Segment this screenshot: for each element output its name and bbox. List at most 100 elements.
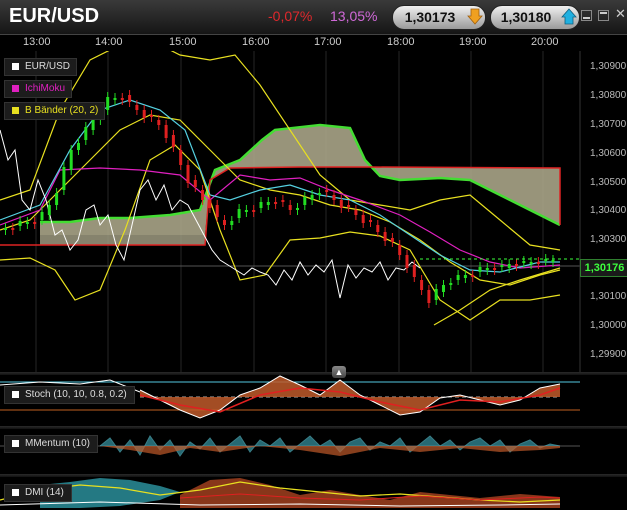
bid-button[interactable]: 1,30173: [392, 5, 486, 30]
candle-body: [201, 190, 205, 200]
legend-item-eurusd[interactable]: EUR/USD: [4, 58, 78, 76]
candle-body: [18, 221, 22, 226]
candle-body: [500, 265, 504, 267]
candle-body: [237, 209, 241, 218]
price-label: 1,30800: [590, 90, 627, 101]
change-percent: 13,05%: [330, 8, 378, 24]
candle-body: [77, 143, 80, 150]
ask-price: 1,30180: [500, 9, 552, 25]
candle-body: [412, 265, 416, 277]
candle-body: [266, 202, 270, 205]
candle-body: [536, 262, 540, 264]
candle-body: [471, 275, 475, 277]
maximize-icon[interactable]: [598, 10, 609, 21]
candle-body: [303, 197, 307, 205]
panel-separator[interactable]: [0, 372, 627, 375]
candle-body: [193, 180, 197, 187]
candle-body: [25, 222, 29, 224]
minimize-icon[interactable]: [581, 10, 592, 21]
candle-body: [507, 264, 511, 268]
panel-separator[interactable]: [0, 474, 627, 477]
dmi-label[interactable]: DMI (14): [4, 484, 72, 502]
legend-swatch: [12, 85, 19, 92]
legend-label: EUR/USD: [25, 61, 71, 72]
candle-body: [223, 220, 226, 225]
candle-body: [515, 264, 518, 266]
candle-body: [281, 200, 285, 202]
candle-body: [383, 232, 387, 241]
symbol-title: EUR/USD: [9, 5, 100, 27]
time-label: 20:00: [531, 36, 559, 48]
ask-button[interactable]: 1,30180: [490, 5, 580, 30]
chevron-up-icon[interactable]: ▲: [332, 366, 346, 378]
dmi-label-text: DMI (14): [25, 487, 64, 498]
candle-body: [252, 210, 256, 212]
candle-body: [478, 267, 482, 272]
candle-body: [405, 255, 409, 268]
legend-item-ichimoku[interactable]: IchiMoku: [4, 80, 73, 98]
candle-body: [310, 195, 314, 200]
close-icon[interactable]: ✕: [615, 6, 626, 22]
candle-body: [398, 245, 402, 255]
panel-swatch: [12, 440, 19, 447]
change-value: -0,07%: [268, 8, 313, 24]
price-label: 1,30700: [590, 119, 627, 130]
momentum-label[interactable]: MMentum (10): [4, 435, 99, 453]
candle-body: [179, 150, 183, 165]
price-label: 1,30500: [590, 177, 627, 188]
legend-item-bollinger[interactable]: B Bänder (20, 2): [4, 102, 106, 120]
candle-body: [449, 283, 453, 285]
legend-label: IchiMoku: [25, 83, 66, 94]
candle-body: [106, 97, 110, 110]
panel-swatch: [12, 391, 19, 398]
current-price-badge: 1,30176: [580, 259, 627, 277]
candle-body: [376, 225, 380, 232]
candle-body: [317, 193, 321, 195]
price-label: 1,30300: [590, 234, 627, 245]
candle-body: [369, 220, 372, 222]
candle-body: [11, 228, 15, 230]
price-label: 1,30100: [590, 291, 627, 302]
candle-body: [420, 280, 424, 290]
legend-swatch: [12, 63, 19, 70]
candle-body: [493, 268, 497, 270]
candle-body: [339, 200, 343, 208]
time-label: 16:00: [242, 36, 270, 48]
candle-body: [434, 289, 438, 300]
panel-swatch: [12, 489, 19, 496]
candle-body: [274, 202, 278, 204]
down-arrow-icon: [467, 8, 483, 25]
candle-body: [288, 205, 292, 210]
price-label: 1,30000: [590, 320, 627, 331]
candle-body: [47, 205, 51, 215]
candle-body: [33, 222, 37, 224]
candle-body: [244, 210, 248, 212]
candle-body: [442, 285, 445, 292]
candle-body: [208, 200, 212, 208]
price-label: 1,30400: [590, 205, 627, 216]
ichimoku-lines: [0, 99, 561, 273]
candle-body: [427, 290, 431, 303]
stoch-label-text: Stoch (10, 10, 0.8, 0.2): [25, 389, 127, 400]
panel-separator[interactable]: [0, 426, 627, 429]
candle-body: [150, 115, 153, 117]
dmi-panel: [0, 478, 561, 508]
candle-body: [157, 120, 161, 125]
time-label: 14:00: [95, 36, 123, 48]
candle-body: [551, 260, 555, 262]
candle-body: [120, 98, 124, 100]
stoch-label[interactable]: Stoch (10, 10, 0.8, 0.2): [4, 386, 135, 404]
candle-body: [347, 205, 351, 207]
candle-body: [361, 215, 365, 223]
price-label: 1,30600: [590, 148, 627, 159]
time-label: 13:00: [23, 36, 51, 48]
title-bar: EUR/USD -0,07% 13,05% 1,30173 1,30180 ✕: [0, 0, 627, 35]
candle-body: [164, 125, 168, 138]
candle-body: [485, 268, 489, 270]
candle-body: [456, 275, 460, 280]
candle-body: [463, 275, 467, 278]
candle-body: [325, 190, 329, 192]
time-label: 18:00: [387, 36, 415, 48]
bid-price: 1,30173: [404, 9, 456, 25]
candle-body: [113, 98, 117, 100]
